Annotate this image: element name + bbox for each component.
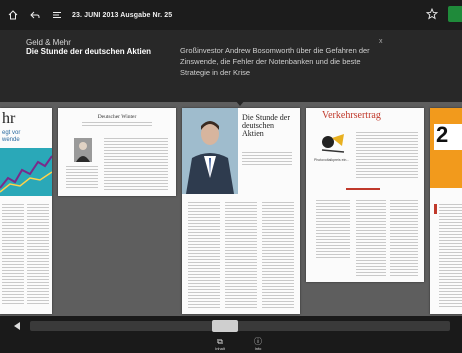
- page-0-masthead: hr: [2, 110, 16, 127]
- article-teaser: Großinvestor Andrew Bosomworth über die …: [180, 46, 370, 77]
- page-4-initial: [434, 204, 437, 214]
- page-1-text: [104, 138, 168, 190]
- page-3-caption: Photovoltaikpreis ein...: [314, 158, 350, 162]
- page-1-title: Deutscher Winter: [97, 114, 137, 120]
- page-2-text-col-3: [262, 202, 294, 308]
- bottom-toolbar: ⧉ Inhalt ⓘ Info: [0, 336, 462, 353]
- section-label: Geld & Mehr: [26, 38, 71, 47]
- page-scrubber: [0, 316, 462, 336]
- scrubber-thumb[interactable]: [212, 320, 238, 332]
- page-1-caption: [66, 166, 98, 188]
- article-headline[interactable]: Die Stunde der deutschen Aktien: [26, 47, 151, 56]
- page-thumbnail-2-selected[interactable]: Die Stunde der deutschen Aktien: [182, 108, 300, 314]
- page-0-text-col-1: [2, 204, 24, 304]
- issue-title: 23. JUNI 2013 Ausgabe Nr. 25: [72, 11, 173, 19]
- star-icon[interactable]: [425, 7, 440, 21]
- page-1-portrait: [74, 138, 92, 162]
- page-strip[interactable]: hr egt vor wende Deutscher Winter Die St…: [0, 102, 462, 316]
- page-3-rule: [346, 188, 380, 190]
- page-3-text-col-3: [390, 200, 418, 276]
- page-3-title: Verkehrsertrag: [322, 110, 381, 121]
- info-label: Info: [254, 346, 262, 351]
- page-4-number: 2: [436, 122, 449, 147]
- page-4-cover: 2: [430, 108, 462, 188]
- info-icon: ⓘ: [254, 337, 262, 346]
- share-button[interactable]: [448, 6, 462, 22]
- back-icon[interactable]: [26, 6, 44, 24]
- info-button[interactable]: ⓘ Info: [238, 337, 278, 351]
- page-0-text-col-2: [27, 204, 49, 304]
- toolbar-right: [425, 6, 462, 22]
- page-2-text-col-2: [225, 202, 257, 308]
- page-0-chart: [0, 148, 52, 196]
- page-3-text-col-2: [356, 200, 386, 276]
- previous-page-arrow-icon[interactable]: [14, 322, 20, 330]
- page-0-heading: egt vor wende: [2, 130, 21, 143]
- page-2-title: Die Stunde der deutschen Aktien: [242, 113, 290, 138]
- pages-icon: ⧉: [217, 337, 223, 346]
- contents-button[interactable]: ⧉ Inhalt: [200, 337, 240, 351]
- contents-label: Inhalt: [215, 346, 225, 351]
- home-icon[interactable]: [4, 6, 22, 24]
- article-info-popover: Geld & Mehr Die Stunde der deutschen Akt…: [0, 30, 462, 102]
- top-toolbar: 23. JUNI 2013 Ausgabe Nr. 25: [0, 0, 462, 30]
- page-thumbnail-1[interactable]: Deutscher Winter: [58, 108, 176, 196]
- page-3-illustration: [318, 132, 348, 156]
- page-thumbnail-0[interactable]: hr egt vor wende: [0, 108, 52, 314]
- close-popover-button[interactable]: x: [379, 38, 383, 45]
- page-3-text-top: [356, 132, 418, 178]
- menu-list-icon[interactable]: [48, 6, 66, 24]
- reader-app: 23. JUNI 2013 Ausgabe Nr. 25 Geld & Mehr…: [0, 0, 462, 353]
- page-1-deck: [82, 122, 152, 128]
- page-2-photo: [182, 108, 238, 194]
- page-thumbnail-3[interactable]: Verkehrsertrag Photovoltaikpreis ein...: [306, 108, 424, 282]
- page-2-text-col-1: [188, 202, 220, 308]
- page-3-text-col-1: [316, 200, 350, 260]
- page-4-text: [439, 204, 462, 308]
- page-2-deck: [242, 152, 292, 166]
- page-thumbnail-4[interactable]: 2: [430, 108, 462, 314]
- scrubber-track[interactable]: [30, 321, 450, 331]
